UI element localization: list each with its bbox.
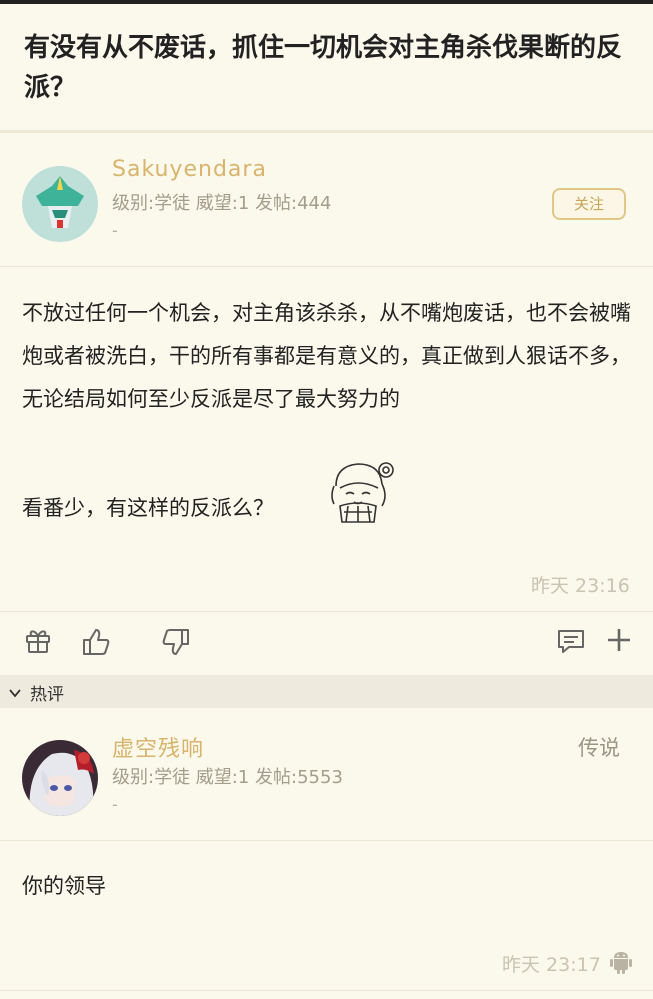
actions-divider [0, 611, 653, 612]
hot-comments-label: 热评 [30, 685, 64, 705]
post-paragraph: 不放过任何一个机会，对主角该杀杀，从不嘴炮废话，也不会被嘴炮或者被洗白，干的所有… [22, 301, 631, 411]
commenter-meta: 级别:学徒 威望:1 发帖:5553 [112, 767, 343, 788]
thumbs-up-icon[interactable] [80, 626, 112, 658]
author-name[interactable]: Sakuyendara [112, 157, 267, 182]
chibi-sticker [322, 456, 398, 528]
post-time: 昨天 23:16 [531, 575, 630, 597]
comment-header-divider [0, 840, 653, 841]
post-paragraph: 看番少，有这样的反派么？ [22, 496, 274, 520]
bottom-divider [0, 990, 653, 991]
comment-time: 昨天 23:17 [502, 954, 601, 976]
follow-button[interactable]: 关注 [552, 188, 626, 220]
comment-icon[interactable] [555, 625, 587, 657]
commenter-name[interactable]: 虚空残响 [112, 731, 204, 763]
android-icon [608, 948, 634, 974]
thumbs-down-icon[interactable] [160, 626, 192, 658]
author-sub: - [112, 221, 118, 240]
author-avatar[interactable] [22, 166, 98, 242]
status-bar-edge [0, 0, 653, 4]
hot-comments-bar[interactable] [0, 675, 653, 708]
commenter-rank-badge: 传说 [578, 736, 620, 760]
comment-text: 你的领导 [22, 874, 106, 898]
header-divider [0, 266, 653, 267]
chevron-down-icon[interactable] [8, 685, 22, 699]
post-title: 有没有从不废话，抓住一切机会对主角杀伐果断的反派？ [24, 33, 623, 103]
gift-icon[interactable] [22, 624, 54, 656]
author-meta: 级别:学徒 威望:1 发帖:444 [112, 193, 332, 214]
commenter-avatar[interactable] [22, 740, 98, 816]
commenter-sub: - [112, 795, 118, 814]
plus-icon[interactable] [603, 624, 635, 656]
title-divider [0, 130, 653, 133]
